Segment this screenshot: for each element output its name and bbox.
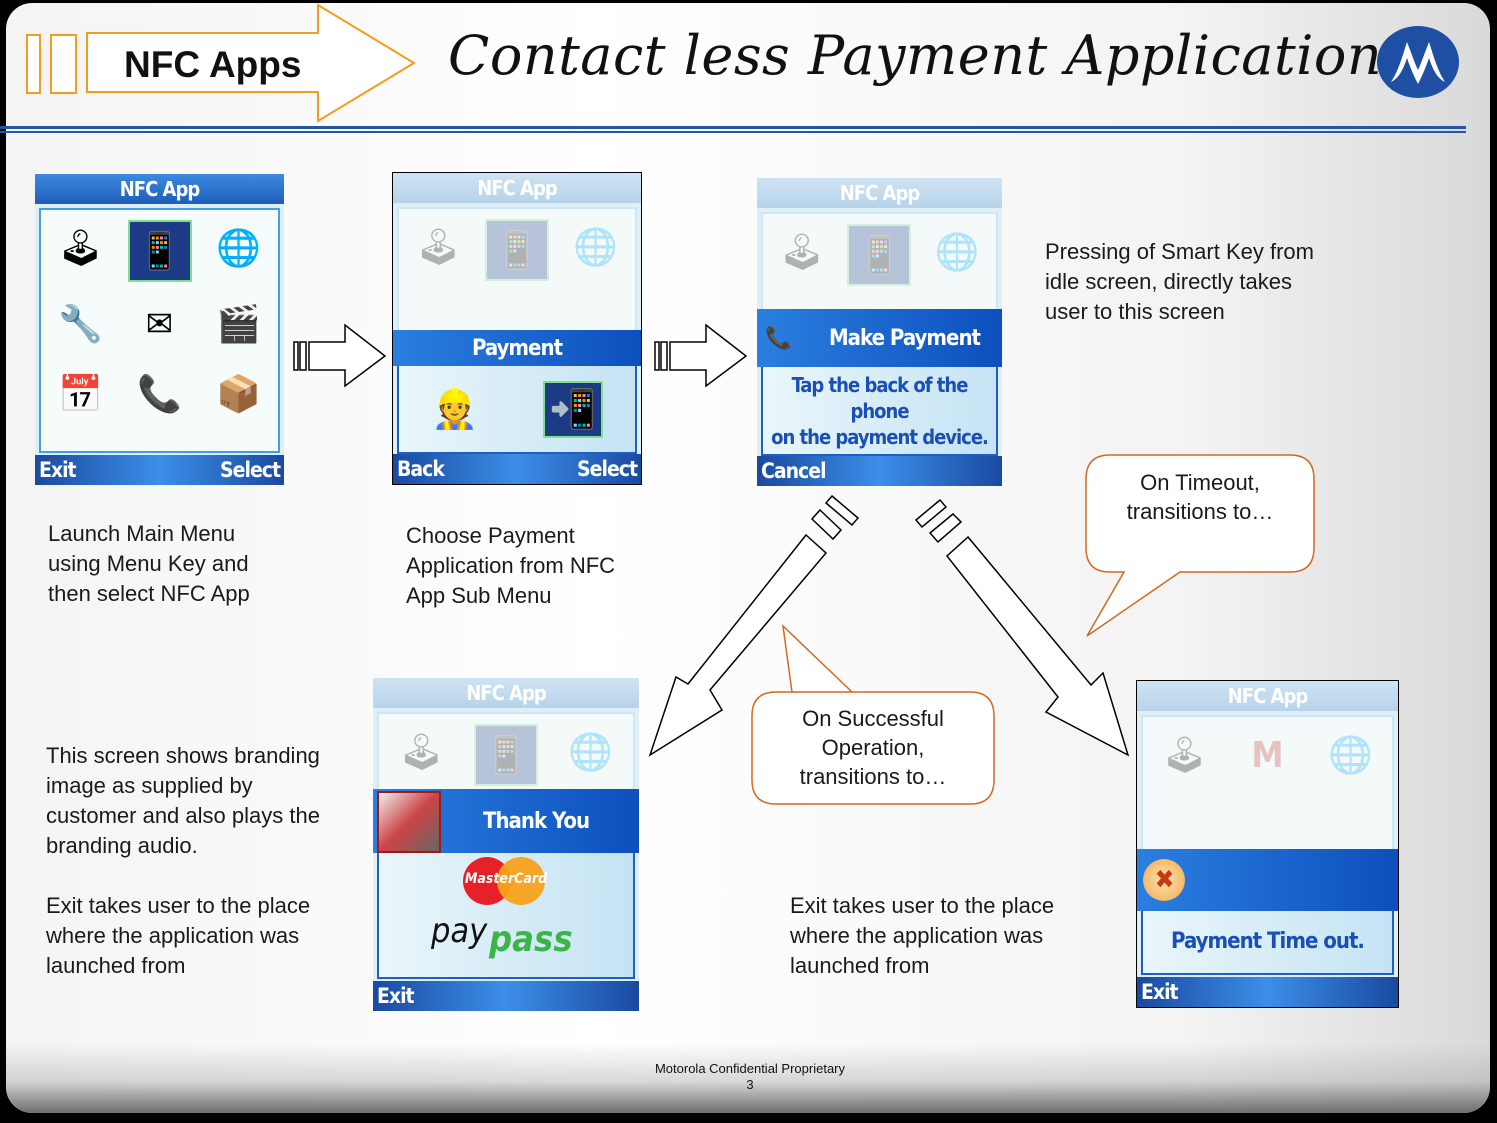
caption-line: using Menu Key and [48, 551, 249, 576]
callout-success: On Successful Operation, transitions to… [752, 704, 994, 791]
caption-line: where the application was [46, 923, 300, 948]
callout-line: On Successful [802, 706, 944, 731]
caption-line: idle screen, directly takes [1045, 269, 1292, 294]
callout-line: Operation, [821, 735, 925, 760]
caption-line: branding audio. [46, 833, 198, 858]
arrow-submenu-to-payment [654, 323, 748, 388]
callout-line: transitions to… [799, 764, 947, 789]
caption-line: customer and also plays the [46, 803, 320, 828]
caption-line: user to this screen [1045, 299, 1225, 324]
caption-line: Choose Payment [406, 523, 575, 548]
caption-line: launched from [790, 953, 930, 978]
caption-line: then select NFC App [48, 581, 250, 606]
callout-timeout: On Timeout, transitions to… [1086, 468, 1314, 526]
footer-page-number: 3 [746, 1077, 754, 1092]
callout-line: transitions to… [1126, 499, 1274, 524]
caption-line: App Sub Menu [406, 583, 552, 608]
caption-thank-you: This screen shows branding image as supp… [46, 741, 320, 981]
caption-line: Exit takes user to the place [790, 893, 1055, 918]
caption-line: Application from NFC [406, 553, 616, 578]
arrow-menu-to-submenu [293, 323, 387, 388]
caption-line: image as supplied by [46, 773, 253, 798]
caption-timeout: Exit takes user to the place where the a… [790, 891, 1054, 981]
caption-line: Pressing of Smart Key from [1045, 239, 1314, 264]
caption-line: This screen shows branding [46, 743, 320, 768]
caption-main-menu: Launch Main Menu using Menu Key and then… [48, 519, 250, 609]
caption-make-payment: Pressing of Smart Key from idle screen, … [1045, 237, 1314, 327]
callout-line: On Timeout, [1140, 470, 1260, 495]
footer-confidential: Motorola Confidential Proprietary [654, 1061, 846, 1076]
caption-line: where the application was [790, 923, 1044, 948]
caption-line: launched from [46, 953, 186, 978]
caption-payment-submenu: Choose Payment Application from NFC App … [406, 521, 615, 611]
caption-line: Exit takes user to the place [46, 893, 311, 918]
caption-line: Launch Main Menu [48, 521, 236, 546]
